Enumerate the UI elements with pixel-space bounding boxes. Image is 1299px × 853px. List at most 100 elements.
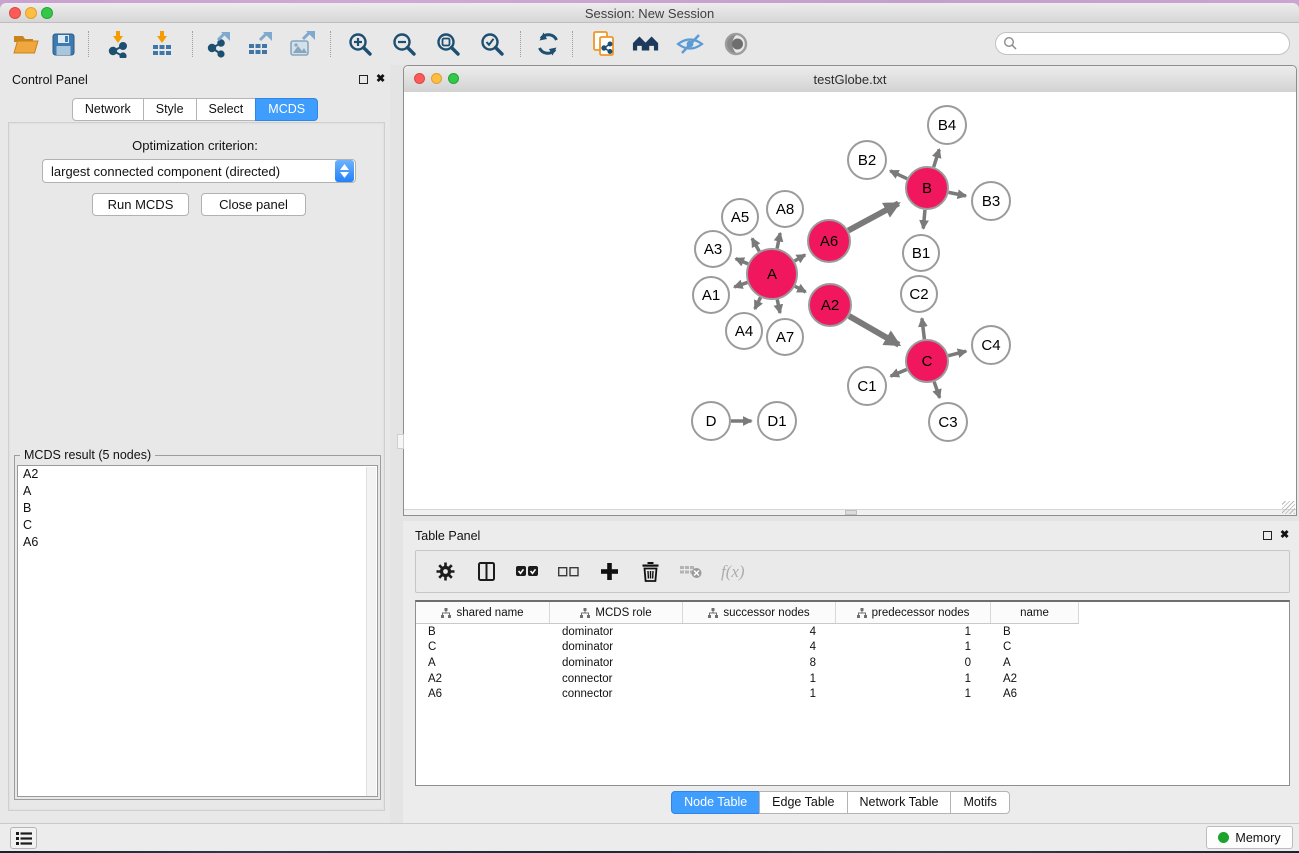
edge-A-A4[interactable] — [755, 297, 761, 309]
column-header-shared-name[interactable]: shared name — [416, 602, 550, 623]
clone-network-icon[interactable] — [590, 30, 618, 58]
column-header-successor-nodes[interactable]: successor nodes — [683, 602, 836, 623]
edge-A-A2[interactable] — [795, 286, 806, 292]
node-D1[interactable]: D1 — [758, 402, 796, 440]
run-mcds-button[interactable]: Run MCDS — [92, 193, 189, 216]
search-box[interactable] — [995, 32, 1290, 55]
mcds-result-item[interactable]: A6 — [18, 534, 377, 551]
close-panel-icon[interactable]: ✖ — [376, 74, 385, 84]
zoom-fit-icon[interactable] — [434, 30, 462, 58]
scrollbar-track[interactable] — [366, 467, 376, 797]
import-network-icon[interactable] — [104, 30, 132, 58]
export-network-icon[interactable] — [204, 30, 232, 58]
edge-B-B4[interactable] — [934, 149, 940, 167]
network-hscrollbar[interactable] — [404, 509, 1296, 515]
home-pages-icon[interactable] — [632, 30, 660, 58]
open-folder-icon[interactable] — [12, 30, 40, 58]
node-A6[interactable]: A6 — [808, 220, 850, 262]
table-row[interactable]: Bdominator41B — [416, 624, 1289, 640]
gear-icon[interactable] — [434, 561, 456, 583]
node-A7[interactable]: A7 — [767, 319, 803, 355]
edge-A-A1[interactable] — [734, 282, 747, 287]
node-C1[interactable]: C1 — [848, 367, 886, 405]
mcds-result-item[interactable]: A — [18, 483, 377, 500]
tab-network-table[interactable]: Network Table — [847, 791, 952, 814]
edge-A-A6[interactable] — [795, 255, 806, 261]
memory-button[interactable]: Memory — [1206, 826, 1293, 849]
mcds-result-item[interactable]: C — [18, 517, 377, 534]
table-row[interactable]: Adominator80A — [416, 655, 1289, 671]
node-C2[interactable]: C2 — [901, 276, 937, 312]
network-canvas[interactable]: B4B2BB3A5A8A6B1A3AA1C2A2A4A7C4CC1C3DD1 — [404, 92, 1296, 509]
tab-edge-table[interactable]: Edge Table — [759, 791, 847, 814]
node-B2[interactable]: B2 — [848, 141, 886, 179]
network-window-titlebar[interactable]: testGlobe.txt — [404, 66, 1296, 93]
hscroll-thumb[interactable] — [845, 510, 857, 515]
node-C3[interactable]: C3 — [929, 403, 967, 441]
edge-A-A7[interactable] — [777, 299, 780, 312]
node-C[interactable]: C — [906, 340, 948, 382]
show-columns-icon[interactable] — [475, 561, 497, 583]
table-row[interactable]: A2connector11A2 — [416, 671, 1289, 687]
tab-select[interactable]: Select — [196, 98, 257, 121]
mcds-result-item[interactable]: B — [18, 500, 377, 517]
node-A5[interactable]: A5 — [722, 199, 758, 235]
edge-C-C4[interactable] — [948, 351, 966, 355]
node-B[interactable]: B — [906, 167, 948, 209]
resize-grip-icon[interactable] — [1282, 501, 1295, 514]
table-row[interactable]: A6connector11A6 — [416, 686, 1289, 702]
node-A2[interactable]: A2 — [809, 284, 851, 326]
edge-C-C2[interactable] — [922, 318, 924, 339]
column-header-MCDS-role[interactable]: MCDS role — [550, 602, 683, 623]
tab-motifs[interactable]: Motifs — [950, 791, 1009, 814]
edge-B-B2[interactable] — [890, 171, 907, 179]
delete-columns-icon[interactable] — [639, 561, 661, 583]
select-all-columns-icon[interactable] — [516, 561, 538, 583]
edge-A6-B[interactable] — [848, 203, 898, 230]
edge-A-A5[interactable] — [752, 238, 759, 251]
mcds-result-list[interactable]: A2ABCA6 — [17, 465, 378, 797]
edge-A-A3[interactable] — [736, 259, 748, 264]
node-A8[interactable]: A8 — [767, 191, 803, 227]
close-panel-icon[interactable]: ✖ — [1280, 530, 1289, 540]
create-column-icon[interactable] — [598, 561, 620, 583]
birdseye-view-icon[interactable] — [722, 30, 750, 58]
column-header-name[interactable]: name — [991, 602, 1079, 623]
node-A[interactable]: A — [747, 249, 797, 299]
edge-B-B1[interactable] — [923, 210, 925, 229]
search-input[interactable] — [1018, 34, 1289, 54]
zoom-in-icon[interactable] — [346, 30, 374, 58]
tab-node-table[interactable]: Node Table — [671, 791, 760, 814]
node-D[interactable]: D — [692, 402, 730, 440]
tab-network[interactable]: Network — [72, 98, 144, 121]
node-C4[interactable]: C4 — [972, 326, 1010, 364]
close-panel-button[interactable]: Close panel — [201, 193, 306, 216]
criterion-dropdown[interactable]: largest connected component (directed) — [42, 159, 356, 183]
node-A3[interactable]: A3 — [695, 231, 731, 267]
edge-C-C1[interactable] — [891, 369, 907, 376]
zoom-out-icon[interactable] — [390, 30, 418, 58]
mcds-result-item[interactable]: A2 — [18, 466, 377, 483]
import-table-icon[interactable] — [148, 30, 176, 58]
column-header-predecessor-nodes[interactable]: predecessor nodes — [836, 602, 991, 623]
vscroll-thumb[interactable] — [397, 434, 404, 449]
task-history-button[interactable] — [10, 827, 37, 849]
node-table[interactable]: shared nameMCDS rolesuccessor nodesprede… — [415, 600, 1290, 786]
edge-A2-C[interactable] — [849, 316, 899, 345]
float-panel-icon[interactable] — [1263, 531, 1272, 540]
table-row[interactable]: Cdominator41C — [416, 640, 1289, 656]
export-table-icon[interactable] — [246, 30, 274, 58]
zoom-selected-icon[interactable] — [478, 30, 506, 58]
tab-style[interactable]: Style — [143, 98, 197, 121]
edge-A-A8[interactable] — [777, 233, 780, 248]
graphics-details-icon[interactable] — [676, 30, 704, 58]
refresh-layout-icon[interactable] — [534, 30, 562, 58]
node-B3[interactable]: B3 — [972, 182, 1010, 220]
node-A1[interactable]: A1 — [693, 277, 729, 313]
edge-C-C3[interactable] — [934, 382, 939, 398]
tab-mcds[interactable]: MCDS — [255, 98, 318, 121]
save-icon[interactable] — [49, 30, 77, 58]
export-image-icon[interactable] — [288, 30, 316, 58]
edge-B-B3[interactable] — [949, 192, 966, 196]
float-panel-icon[interactable] — [359, 75, 368, 84]
